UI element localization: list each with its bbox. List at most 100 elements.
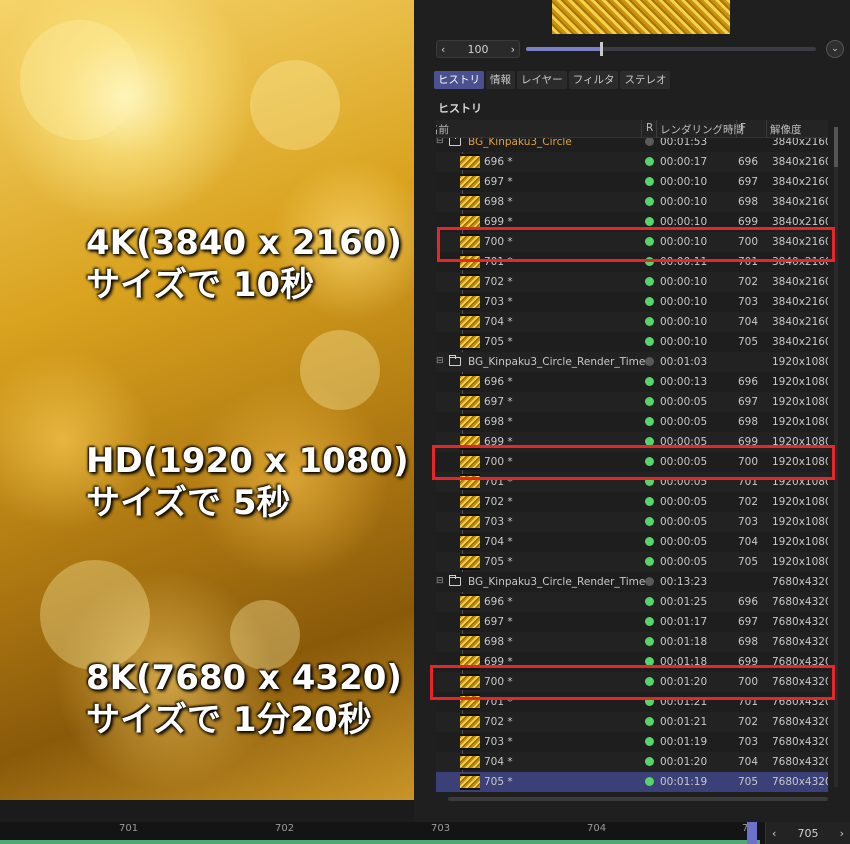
column-divider[interactable] (736, 120, 737, 138)
render-time: 00:00:13 (660, 376, 708, 388)
column-divider[interactable] (641, 120, 642, 138)
frame-number: 705 (738, 556, 759, 568)
scrollbar-thumb[interactable] (834, 127, 838, 167)
frame-thumbnail-icon (460, 534, 480, 550)
status-dot-icon (645, 497, 654, 506)
tab-4[interactable]: ステレオ (620, 71, 671, 89)
frame-number: 705 (738, 776, 759, 788)
frame-number: 697 (738, 176, 759, 188)
history-frame-row[interactable]: 703 * 00:00:10 703 3840x2160 (436, 292, 828, 312)
history-frame-row[interactable]: 705 * 00:00:10 705 3840x2160 (436, 332, 828, 352)
resolution: 1920x1080 (772, 556, 828, 568)
history-frame-row[interactable]: 698 * 00:00:05 698 1920x1080 (436, 412, 828, 432)
expander-icon[interactable]: ⊟ (436, 576, 444, 586)
header-resolution[interactable]: 解像度 (770, 122, 802, 137)
frame-thumbnail-icon (460, 414, 480, 430)
frame-thumbnail-icon (460, 334, 480, 350)
frame-thumbnail-icon (460, 274, 480, 290)
history-frame-row[interactable]: 704 * 00:00:05 704 1920x1080 (436, 532, 828, 552)
frame-number: 698 (738, 636, 759, 648)
chevron-left-icon[interactable]: ‹ (441, 43, 445, 56)
header-frame[interactable]: F (740, 122, 746, 134)
frame-name: 697 * (484, 616, 513, 628)
playhead[interactable] (747, 822, 757, 844)
history-frame-row[interactable]: 705 * 00:01:19 705 7680x4320 (436, 772, 828, 792)
expander-icon[interactable]: ⊟ (436, 356, 444, 366)
resolution: 3840x2160 (772, 296, 828, 308)
frame-slider[interactable] (526, 42, 816, 56)
folder-icon (449, 135, 461, 146)
tab-2[interactable]: レイヤー (517, 71, 567, 89)
render-time: 00:01:19 (660, 776, 708, 788)
history-frame-row[interactable]: 698 * 00:00:10 698 3840x2160 (436, 192, 828, 212)
render-time: 00:00:10 (660, 296, 708, 308)
render-time: 00:01:25 (660, 596, 708, 608)
timeline-tick: 701 (119, 823, 139, 834)
history-frame-row[interactable]: 697 * 00:00:10 697 3840x2160 (436, 172, 828, 192)
frame-name: 703 * (484, 736, 513, 748)
frame-thumbnail-icon (460, 734, 480, 750)
highlight-box-4k (437, 227, 835, 262)
render-time: 00:00:10 (660, 316, 708, 328)
header-name[interactable]: 名前 (436, 122, 449, 137)
status-dot-icon (645, 377, 654, 386)
bokeh-light (40, 560, 150, 670)
history-frame-row[interactable]: 698 * 00:01:18 698 7680x4320 (436, 632, 828, 652)
column-divider[interactable] (656, 120, 657, 138)
column-divider[interactable] (766, 120, 767, 138)
header-render-time[interactable]: レンダリング時間 (660, 122, 744, 137)
frame-thumbnail-icon (460, 594, 480, 610)
history-frame-row[interactable]: 704 * 00:01:20 704 7680x4320 (436, 752, 828, 772)
chevron-right-icon[interactable]: › (840, 827, 844, 840)
status-dot-icon (645, 357, 654, 366)
horizontal-scrollbar[interactable] (448, 797, 828, 801)
history-frame-row[interactable]: 696 * 00:00:17 696 3840x2160 (436, 152, 828, 172)
frame-name: 705 * (484, 776, 513, 788)
frame-thumbnail-icon (460, 194, 480, 210)
resolution: 1920x1080 (772, 536, 828, 548)
history-frame-row[interactable]: 697 * 00:01:17 697 7680x4320 (436, 612, 828, 632)
tab-1[interactable]: 情報 (486, 71, 515, 89)
history-frame-row[interactable]: 696 * 00:00:13 696 1920x1080 (436, 372, 828, 392)
tab-0[interactable]: ヒストリ (434, 71, 484, 89)
history-frame-row[interactable]: 702 * 00:01:21 702 7680x4320 (436, 712, 828, 732)
caption-hd-resolution: HD(1920 x 1080) (86, 441, 409, 481)
frame-name: 702 * (484, 276, 513, 288)
timeline[interactable]: 701 702 703 704 7 ‹ 705 › (0, 822, 850, 844)
render-time: 00:00:05 (660, 536, 708, 548)
resolution: 1920x1080 (772, 516, 828, 528)
header-r[interactable]: R (646, 122, 653, 134)
history-group-row[interactable]: ⊟ BG_Kinpaku3_Circle_Render_Time 00:01:03 1… (436, 352, 828, 372)
tab-3[interactable]: フィルタ (568, 71, 619, 89)
history-frame-row[interactable]: 697 * 00:00:05 697 1920x1080 (436, 392, 828, 412)
frame-value[interactable]: 100 (468, 43, 489, 56)
history-frame-row[interactable]: 696 * 00:01:25 696 7680x4320 (436, 592, 828, 612)
bokeh-light (20, 20, 140, 140)
status-dot-icon (645, 297, 654, 306)
slider-handle[interactable] (600, 42, 604, 56)
chevron-down-icon[interactable]: ⌄ (826, 40, 844, 58)
status-dot-icon (645, 317, 654, 326)
status-dot-icon (645, 137, 654, 146)
timeline-range-bar[interactable] (0, 840, 760, 844)
frame-number: 703 (738, 516, 759, 528)
status-dot-icon (645, 157, 654, 166)
history-frame-row[interactable]: 703 * 00:01:19 703 7680x4320 (436, 732, 828, 752)
current-frame-field[interactable]: ‹ 705 › (765, 822, 850, 844)
frame-name: 697 * (484, 396, 513, 408)
frame-number: 702 (738, 496, 759, 508)
chevron-left-icon[interactable]: ‹ (772, 827, 776, 840)
history-frame-row[interactable]: 702 * 00:00:10 702 3840x2160 (436, 272, 828, 292)
highlight-box-8k (430, 665, 835, 700)
frame-stepper[interactable]: ‹ 100 › (436, 40, 520, 58)
frame-name: 697 * (484, 176, 513, 188)
current-frame-value[interactable]: 705 (798, 827, 819, 840)
status-dot-icon (645, 577, 654, 586)
history-frame-row[interactable]: 702 * 00:00:05 702 1920x1080 (436, 492, 828, 512)
history-frame-row[interactable]: 703 * 00:00:05 703 1920x1080 (436, 512, 828, 532)
history-group-row[interactable]: ⊟ BG_Kinpaku3_Circle_Render_Time 00:13:23 7… (436, 572, 828, 592)
history-frame-row[interactable]: 705 * 00:00:05 705 1920x1080 (436, 552, 828, 572)
frame-name: 696 * (484, 376, 513, 388)
chevron-right-icon[interactable]: › (511, 43, 515, 56)
history-frame-row[interactable]: 704 * 00:00:10 704 3840x2160 (436, 312, 828, 332)
